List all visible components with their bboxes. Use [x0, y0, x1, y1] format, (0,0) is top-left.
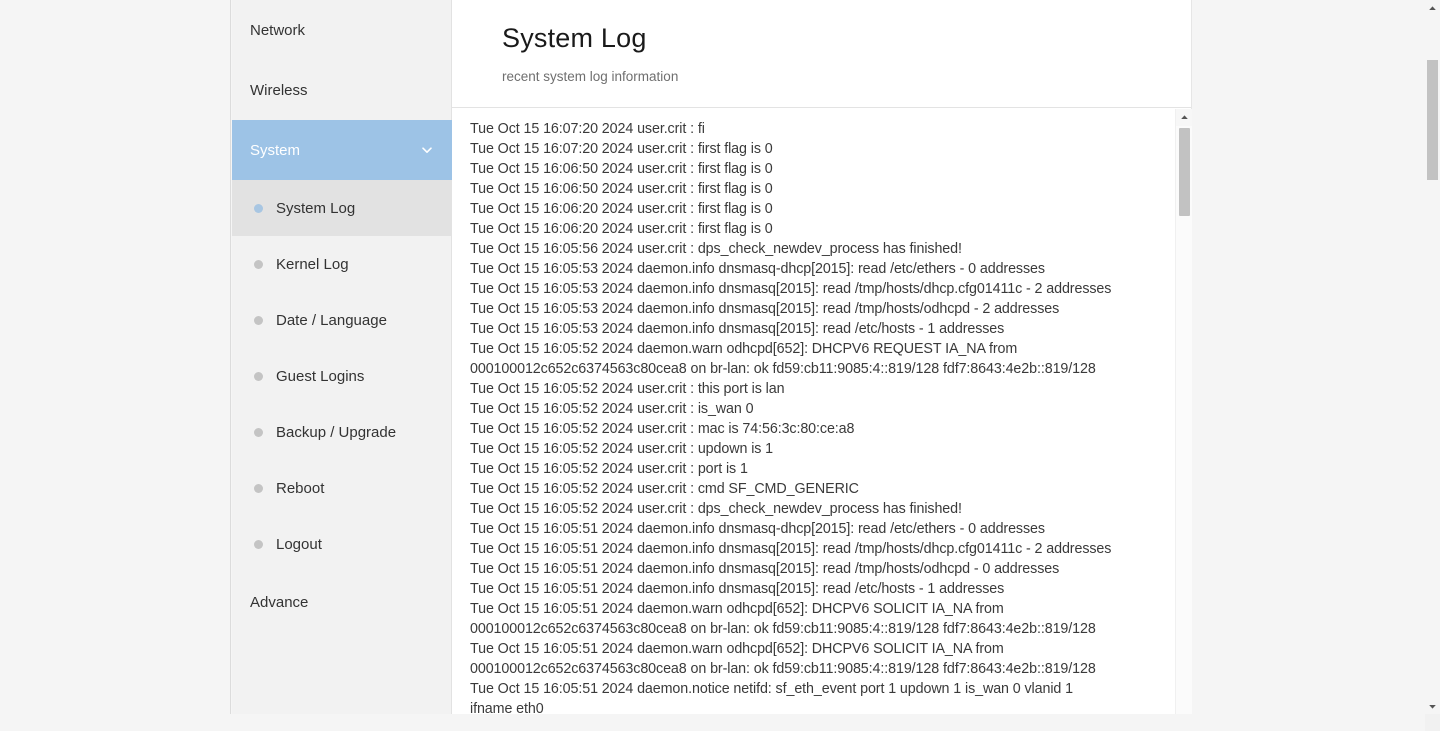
sidebar-item-kernel-log[interactable]: Kernel Log	[232, 236, 452, 292]
app-root: Network Wireless System System Log Kerne…	[0, 0, 1440, 731]
sidebar-item-label-guest-logins: Guest Logins	[276, 367, 365, 385]
sidebar-item-wireless[interactable]: Wireless	[232, 60, 452, 120]
sidebar-item-system[interactable]: System	[232, 120, 452, 180]
log-vertical-scrollbar[interactable]	[1175, 109, 1192, 714]
bullet-icon	[254, 371, 263, 381]
page-scroll-up-arrow-icon[interactable]	[1425, 0, 1440, 16]
log-line: ifname eth0	[470, 701, 544, 714]
sidebar-item-label-network: Network	[250, 21, 306, 39]
chevron-down-icon	[420, 143, 434, 157]
log-line: Tue Oct 15 16:06:20 2024 user.crit : fir…	[470, 221, 773, 237]
bullet-icon	[254, 315, 263, 325]
sidebar-item-backup-upgrade[interactable]: Backup / Upgrade	[232, 404, 452, 460]
sidebar-item-label-date-language: Date / Language	[276, 311, 387, 329]
bullet-icon	[254, 483, 263, 493]
scrollbar-corner	[1425, 714, 1440, 731]
log-line: Tue Oct 15 16:05:56 2024 user.crit : dps…	[470, 241, 962, 257]
log-line: Tue Oct 15 16:05:51 2024 daemon.info dns…	[470, 521, 1045, 537]
sidebar-item-date-language[interactable]: Date / Language	[232, 292, 452, 348]
sidebar: Network Wireless System System Log Kerne…	[232, 0, 452, 714]
sidebar-item-label-logout: Logout	[276, 535, 322, 553]
log-line: Tue Oct 15 16:05:52 2024 user.crit : upd…	[470, 441, 774, 457]
log-line: Tue Oct 15 16:05:51 2024 daemon.warn odh…	[470, 601, 1004, 617]
log-line: Tue Oct 15 16:05:51 2024 daemon.notice n…	[470, 681, 1073, 697]
sidebar-item-logout[interactable]: Logout	[232, 516, 452, 572]
log-line: Tue Oct 15 16:05:52 2024 user.crit : por…	[470, 461, 748, 477]
sidebar-nav-list: Network Wireless System System Log Kerne…	[232, 0, 452, 632]
log-line: Tue Oct 15 16:07:20 2024 user.crit : fi	[470, 121, 705, 137]
log-line: Tue Oct 15 16:05:51 2024 daemon.warn odh…	[470, 641, 1004, 657]
sidebar-item-network[interactable]: Network	[232, 0, 452, 60]
sidebar-item-label-wireless: Wireless	[250, 81, 308, 99]
bullet-icon	[254, 203, 263, 213]
log-line: 000100012c652c6374563c80cea8 on br-lan: …	[470, 621, 1096, 637]
page-vertical-scroll-thumb[interactable]	[1427, 60, 1438, 180]
bullet-icon	[254, 539, 263, 549]
log-line: 000100012c652c6374563c80cea8 on br-lan: …	[470, 661, 1096, 677]
log-scroll-viewport[interactable]: Tue Oct 15 16:07:20 2024 user.crit : fi T…	[452, 109, 1170, 714]
log-line: Tue Oct 15 16:06:20 2024 user.crit : fir…	[470, 201, 773, 217]
log-line: Tue Oct 15 16:05:53 2024 daemon.info dns…	[470, 321, 1005, 337]
sidebar-item-advance[interactable]: Advance	[232, 572, 452, 632]
scroll-up-arrow-icon[interactable]	[1176, 109, 1192, 126]
log-line: 000100012c652c6374563c80cea8 on br-lan: …	[470, 361, 1096, 377]
sidebar-item-label-kernel-log: Kernel Log	[276, 255, 349, 273]
log-line: Tue Oct 15 16:05:51 2024 daemon.info dns…	[470, 581, 1005, 597]
log-line: Tue Oct 15 16:06:50 2024 user.crit : fir…	[470, 161, 773, 177]
log-line: Tue Oct 15 16:05:52 2024 user.crit : dps…	[470, 501, 962, 517]
log-line: Tue Oct 15 16:05:53 2024 daemon.info dns…	[470, 301, 1060, 317]
log-line: Tue Oct 15 16:05:53 2024 daemon.info dns…	[470, 281, 1112, 297]
content-card: System Log recent system log information…	[452, 0, 1192, 714]
right-empty-area	[1193, 0, 1425, 714]
card-header: System Log recent system log information	[452, 0, 1191, 108]
system-log-panel: Tue Oct 15 16:07:20 2024 user.crit : fi T…	[452, 109, 1192, 714]
log-line: Tue Oct 15 16:06:50 2024 user.crit : fir…	[470, 181, 773, 197]
log-line: Tue Oct 15 16:05:53 2024 daemon.info dns…	[470, 261, 1045, 277]
log-line-list: Tue Oct 15 16:07:20 2024 user.crit : fi T…	[452, 109, 1170, 714]
page-viewport: Network Wireless System System Log Kerne…	[0, 0, 1425, 714]
log-scroll-thumb[interactable]	[1179, 128, 1190, 216]
log-line: Tue Oct 15 16:05:52 2024 user.crit : cmd…	[470, 481, 859, 497]
sidebar-item-label-reboot: Reboot	[276, 479, 325, 497]
log-line: Tue Oct 15 16:05:52 2024 user.crit : is_…	[470, 401, 754, 417]
page-scroll-down-arrow-icon[interactable]	[1425, 698, 1440, 714]
log-line: Tue Oct 15 16:05:51 2024 daemon.info dns…	[470, 561, 1060, 577]
page-vertical-scrollbar[interactable]	[1425, 0, 1440, 731]
sidebar-item-guest-logins[interactable]: Guest Logins	[232, 348, 452, 404]
sidebar-item-reboot[interactable]: Reboot	[232, 460, 452, 516]
left-gutter	[0, 0, 231, 714]
page-subtitle: recent system log information	[502, 69, 679, 84]
sidebar-item-label-backup-upgrade: Backup / Upgrade	[276, 423, 397, 441]
sidebar-item-label-system: System	[250, 141, 301, 159]
bullet-icon	[254, 259, 263, 269]
page-title: System Log	[502, 23, 647, 54]
bullet-icon	[254, 427, 263, 437]
sidebar-item-label-system-log: System Log	[276, 199, 356, 217]
sidebar-item-label-advance: Advance	[250, 593, 309, 611]
log-line: Tue Oct 15 16:07:20 2024 user.crit : fir…	[470, 141, 773, 157]
log-line: Tue Oct 15 16:05:52 2024 user.crit : thi…	[470, 381, 785, 397]
sidebar-item-system-log[interactable]: System Log	[232, 180, 452, 236]
log-line: Tue Oct 15 16:05:52 2024 user.crit : mac…	[470, 421, 855, 437]
log-line: Tue Oct 15 16:05:51 2024 daemon.info dns…	[470, 541, 1112, 557]
log-line: Tue Oct 15 16:05:52 2024 daemon.warn odh…	[470, 341, 1018, 357]
